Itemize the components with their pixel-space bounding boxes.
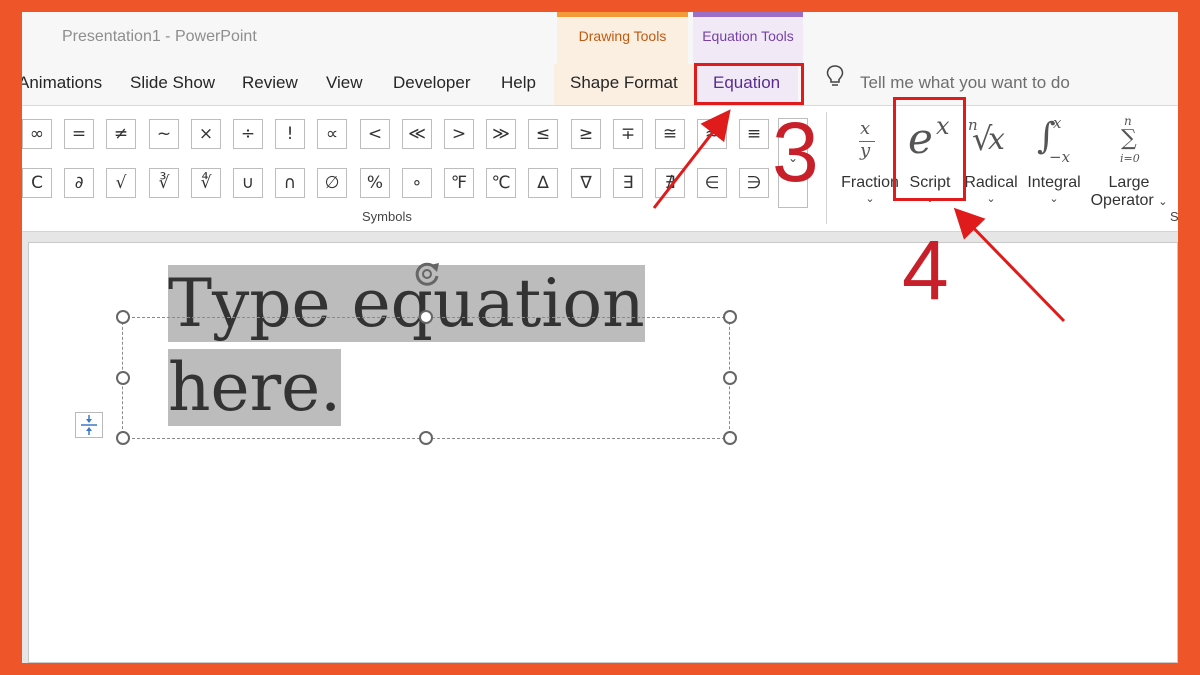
tab-developer[interactable]: Developer [393, 64, 471, 105]
symbol-button[interactable]: ∄ [655, 168, 685, 198]
symbol-button[interactable]: ≫ [486, 119, 516, 149]
ribbon-tab-row: Animations Slide Show Review View Develo… [22, 64, 1178, 106]
symbol-button[interactable]: ≠ [106, 119, 136, 149]
integral-icon: ∫ x −x [1037, 114, 1071, 166]
symbol-button[interactable]: % [360, 168, 390, 198]
symbol-button[interactable]: ℃ [486, 168, 516, 198]
equation-tab-highlight [694, 63, 804, 105]
drawing-tools-context-label: Drawing Tools [557, 12, 688, 64]
symbol-button[interactable]: = [64, 119, 94, 149]
resize-handle-bottom-left[interactable] [116, 431, 130, 445]
symbol-button[interactable]: ∇ [571, 168, 601, 198]
symbol-button[interactable]: ∪ [233, 168, 263, 198]
powerpoint-window: Presentation1 - PowerPoint Drawing Tools… [22, 12, 1178, 663]
layout-options-icon[interactable] [75, 412, 103, 438]
script-button-highlight [893, 97, 966, 201]
integral-button[interactable]: ∫ x −x Integral ⌄ [1023, 112, 1085, 205]
step-4-label: 4 [902, 223, 949, 317]
symbol-button[interactable]: ! [275, 119, 305, 149]
symbol-button[interactable]: ≈ [697, 119, 727, 149]
symbol-button[interactable]: ~ [149, 119, 179, 149]
resize-handle-top-left[interactable] [116, 310, 130, 324]
symbol-button[interactable]: ∃ [613, 168, 643, 198]
resize-handle-right[interactable] [723, 371, 737, 385]
symbol-button[interactable]: ÷ [233, 119, 263, 149]
resize-handle-top-right[interactable] [723, 310, 737, 324]
symbol-button[interactable]: ≡ [739, 119, 769, 149]
symbol-button[interactable]: ∝ [317, 119, 347, 149]
equation-tools-context-label: Equation Tools [693, 12, 803, 64]
tell-me-placeholder: Tell me what you want to do [860, 73, 1070, 92]
symbol-button[interactable]: ∆ [528, 168, 558, 198]
tab-animations[interactable]: Animations [22, 64, 102, 105]
symbol-button[interactable]: × [191, 119, 221, 149]
symbol-button[interactable]: ≤ [528, 119, 558, 149]
symbol-button[interactable]: ∜ [191, 168, 221, 198]
symbol-button[interactable]: ≥ [571, 119, 601, 149]
symbol-button[interactable]: C [22, 168, 52, 198]
radical-button[interactable]: n √ x Radical ⌄ [962, 112, 1020, 205]
symbol-button[interactable]: ≅ [655, 119, 685, 149]
symbol-button[interactable]: ∋ [739, 168, 769, 198]
symbol-button[interactable]: √ [106, 168, 136, 198]
tab-slide-show[interactable]: Slide Show [130, 64, 215, 105]
tab-review[interactable]: Review [242, 64, 298, 105]
symbol-button[interactable]: ∛ [149, 168, 179, 198]
symbol-button[interactable]: ∓ [613, 119, 643, 149]
symbol-button[interactable]: < [360, 119, 390, 149]
symbol-button[interactable]: ∅ [317, 168, 347, 198]
symbol-button[interactable]: ∩ [275, 168, 305, 198]
symbol-button[interactable]: ∈ [697, 168, 727, 198]
symbol-button[interactable]: ℉ [444, 168, 474, 198]
window-title: Presentation1 - PowerPoint [62, 28, 257, 45]
symbol-button[interactable]: ∞ [22, 119, 52, 149]
symbol-button[interactable]: ∂ [64, 168, 94, 198]
step-3-label: 3 [772, 105, 819, 199]
resize-handle-bottom-right[interactable] [723, 431, 737, 445]
lightbulb-icon [822, 64, 848, 102]
radical-icon: n √ x [968, 116, 1005, 158]
resize-handle-top[interactable] [419, 310, 433, 324]
chevron-down-icon: ⌄ [986, 193, 996, 205]
equation-ribbon: ∞ = ≠ ~ × ÷! ∝ < ≪ > ≫ ≤ ≥ ∓ ≅ ≈ ≡ C ∂ √ ∛ ∜ ∪ ∩ ∅% ∘ ℉ ℃ ∆ ∇ ∃ ∄ ∈ ∋ ⌄ S… [22, 106, 1178, 232]
group-separator [826, 112, 827, 224]
chevron-down-icon: ⌄ [1158, 196, 1168, 208]
title-bar: Presentation1 - PowerPoint Drawing Tools… [22, 12, 1178, 64]
symbol-button[interactable]: > [444, 119, 474, 149]
structures-group-label: S [1170, 209, 1178, 224]
rotate-handle-icon[interactable] [410, 257, 444, 291]
tab-shape-format[interactable]: Shape Format [554, 64, 694, 105]
symbol-button[interactable]: ∘ [402, 168, 432, 198]
resize-handle-left[interactable] [116, 371, 130, 385]
chevron-down-icon: ⌄ [1049, 193, 1059, 205]
tab-help[interactable]: Help [501, 64, 536, 105]
tab-view[interactable]: View [326, 64, 363, 105]
resize-handle-bottom[interactable] [419, 431, 433, 445]
symbol-button[interactable]: ≪ [402, 119, 432, 149]
large-operator-icon: n ∑ i=0 [1120, 114, 1140, 165]
equation-textbox-border[interactable] [122, 317, 730, 439]
symbols-group-label: Symbols [362, 209, 412, 224]
large-operator-button[interactable]: n ∑ i=0 Large Operator ⌄ [1086, 112, 1172, 210]
